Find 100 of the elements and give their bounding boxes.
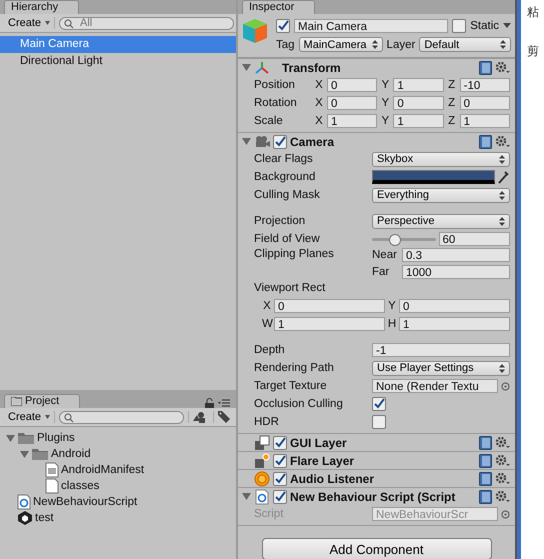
panel-tab[interactable]: Hierarchy <box>4 0 80 14</box>
shapes-icon <box>193 411 205 423</box>
number-field[interactable]: 1 <box>274 317 385 331</box>
settings-icon[interactable] <box>495 134 511 148</box>
number-field[interactable]: 0.3 <box>402 248 510 262</box>
property-label: Viewport Rect <box>254 282 326 294</box>
object-name-field[interactable]: Main Camera <box>294 18 448 32</box>
component-title: Camera <box>290 134 336 148</box>
number-field[interactable]: 1 <box>327 114 378 128</box>
enable-checkbox[interactable] <box>273 454 287 468</box>
search-field[interactable]: All <box>59 16 234 30</box>
axis-label: X <box>314 79 324 91</box>
expand-triangle-icon[interactable] <box>6 434 15 442</box>
component-title: GUI Layer <box>290 436 348 450</box>
layer-dropdown[interactable]: Default <box>419 37 511 52</box>
static-label: Static <box>470 20 499 32</box>
asset-item[interactable]: AndroidManifest <box>61 464 144 476</box>
asset-item[interactable]: NewBehaviourScript <box>33 496 138 508</box>
menu-icon[interactable] <box>218 399 230 407</box>
axis-label: Z <box>447 97 456 109</box>
target-icon[interactable] <box>501 382 510 390</box>
help-icon[interactable] <box>479 134 492 148</box>
checkbox[interactable] <box>372 415 386 429</box>
dropdown[interactable]: Skybox <box>372 152 510 166</box>
file-icon <box>45 478 59 494</box>
expand-triangle-icon[interactable] <box>242 137 251 146</box>
expand-triangle-icon[interactable] <box>242 492 251 501</box>
number-field[interactable]: 0 <box>399 299 510 313</box>
dropdown[interactable]: Perspective <box>372 214 510 228</box>
property-label: Culling Mask <box>254 189 321 201</box>
updown-arrows-icon <box>499 190 505 200</box>
add-component-button[interactable]: Add Component <box>262 538 492 559</box>
target-icon[interactable] <box>501 510 510 518</box>
dropdown[interactable]: Use Player Settings <box>372 360 510 376</box>
help-icon[interactable] <box>479 472 492 486</box>
property-label: Script <box>254 508 284 520</box>
property-label: Rendering Path <box>254 362 335 374</box>
enable-checkbox[interactable] <box>273 436 287 450</box>
dropdown[interactable]: Everything <box>372 188 510 202</box>
static-checkbox[interactable] <box>452 18 466 32</box>
color-field[interactable] <box>372 170 495 184</box>
number-field[interactable]: -1 <box>372 343 510 357</box>
panel-tab[interactable]: Inspector <box>242 0 316 14</box>
active-checkbox[interactable] <box>276 18 290 32</box>
axis-label: X <box>262 300 272 312</box>
help-icon[interactable] <box>479 436 492 450</box>
number-field[interactable]: 0 <box>460 96 510 110</box>
tag-dropdown[interactable]: MainCamera <box>298 37 383 52</box>
panel-tab[interactable]: Project <box>4 394 80 408</box>
number-field[interactable]: -10 <box>460 78 510 92</box>
settings-icon[interactable] <box>495 472 511 486</box>
eyedropper-icon[interactable] <box>498 170 510 184</box>
folder-icon <box>17 431 35 445</box>
number-field[interactable]: 0 <box>327 96 378 110</box>
property-label: Target Texture <box>254 380 328 392</box>
axis-label: Z <box>447 79 456 91</box>
asset-item[interactable]: classes <box>61 480 100 492</box>
expand-triangle-icon[interactable] <box>242 63 251 72</box>
expand-triangle-icon[interactable] <box>20 450 29 458</box>
caret-icon <box>45 21 50 25</box>
caret-icon[interactable] <box>503 23 511 28</box>
text-file-icon <box>45 462 59 478</box>
number-field[interactable]: 1 <box>393 114 444 128</box>
settings-icon[interactable] <box>495 436 511 450</box>
speaker-icon <box>254 471 270 486</box>
create-menu[interactable]: Create <box>4 411 56 423</box>
property-label: Field of View <box>254 233 321 245</box>
hierarchy-item[interactable]: Main Camera <box>0 36 236 53</box>
enable-checkbox[interactable] <box>273 134 287 148</box>
number-field[interactable]: 0 <box>327 78 378 92</box>
component-title: Audio Listener <box>290 472 376 486</box>
create-menu[interactable]: Create <box>4 17 56 29</box>
property-label: Clear Flags <box>254 153 314 165</box>
number-field[interactable]: 1 <box>393 78 444 92</box>
search-field[interactable] <box>59 410 184 424</box>
caret-icon <box>45 415 50 419</box>
enable-checkbox[interactable] <box>273 490 287 504</box>
lock-icon[interactable] <box>205 398 214 408</box>
camera-icon <box>256 136 270 146</box>
number-field[interactable]: 0 <box>393 96 444 110</box>
component-title: Flare Layer <box>290 454 356 468</box>
help-icon[interactable] <box>479 454 492 468</box>
property-label: HDR <box>254 416 280 428</box>
asset-item[interactable]: Plugins <box>37 432 75 444</box>
number-field[interactable]: 0 <box>274 299 385 313</box>
help-icon[interactable] <box>479 490 492 504</box>
number-field[interactable]: 60 <box>438 232 510 246</box>
asset-item[interactable]: test <box>35 512 54 524</box>
asset-item[interactable]: Android <box>51 448 91 460</box>
settings-icon[interactable] <box>495 60 511 74</box>
checkbox[interactable] <box>372 397 386 411</box>
slider[interactable] <box>372 232 436 246</box>
number-field[interactable]: 1 <box>460 114 510 128</box>
settings-icon[interactable] <box>495 454 511 468</box>
help-icon[interactable] <box>479 60 492 74</box>
enable-checkbox[interactable] <box>273 472 287 486</box>
number-field[interactable]: 1 <box>399 317 510 331</box>
hierarchy-item[interactable]: Directional Light <box>0 53 236 70</box>
number-field[interactable]: 1000 <box>402 265 510 279</box>
settings-icon[interactable] <box>495 490 511 504</box>
